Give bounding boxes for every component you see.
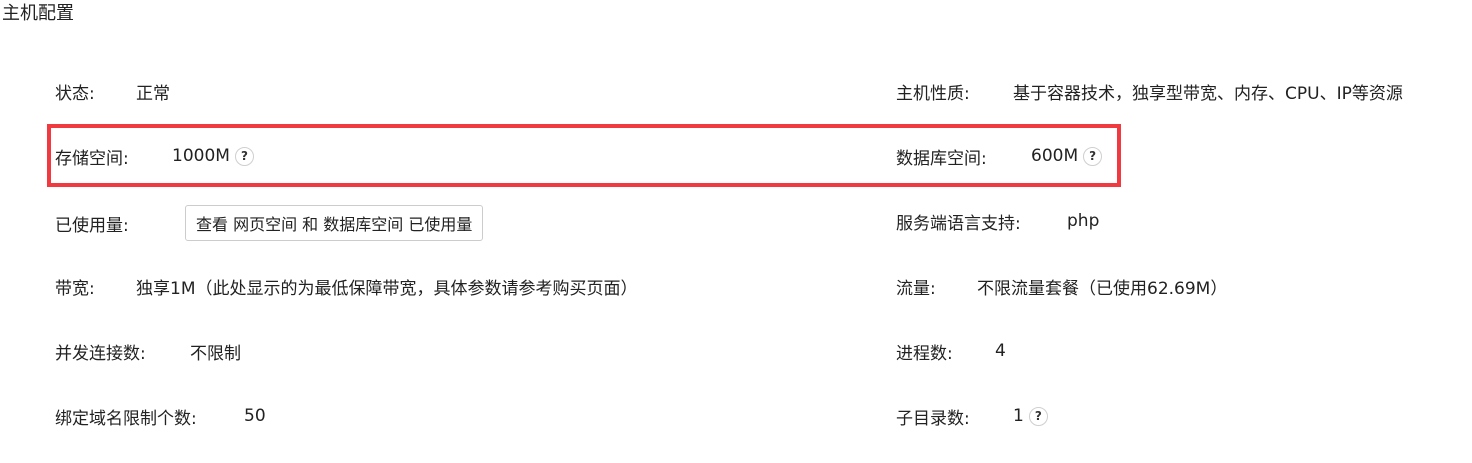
status-label: 状态:	[55, 83, 95, 104]
traffic-value: 不限流量套餐（已使用62.69M）	[977, 278, 1228, 299]
processes-value: 4	[995, 341, 1006, 361]
domains-row: 绑定域名限制个数: 50	[55, 396, 266, 436]
domains-label: 绑定域名限制个数:	[55, 408, 197, 429]
usage-row: 已使用量: 查看 网页空间 和 数据库空间 已使用量	[55, 203, 484, 243]
processes-label: 进程数:	[896, 343, 953, 364]
traffic-label: 流量:	[896, 278, 936, 299]
concurrency-value: 不限制	[190, 343, 241, 364]
host-type-label: 主机性质:	[896, 83, 970, 104]
usage-label: 已使用量:	[55, 215, 129, 236]
subdirs-row: 子目录数: 1 ?	[896, 396, 1048, 436]
subdirs-help-icon[interactable]: ?	[1028, 406, 1048, 426]
concurrency-row: 并发连接数: 不限制	[55, 331, 241, 371]
subdirs-value: 1	[1013, 406, 1024, 426]
bandwidth-value: 独享1M（此处显示的为最低保障带宽，具体参数请参考购买页面）	[136, 278, 638, 299]
domains-value: 50	[244, 406, 266, 426]
processes-row: 进程数: 4	[896, 331, 1006, 371]
host-type-row: 主机性质: 基于容器技术，独享型带宽、内存、CPU、IP等资源	[896, 71, 1403, 111]
language-row: 服务端语言支持: php	[896, 201, 1099, 241]
language-label: 服务端语言支持:	[896, 213, 1021, 234]
concurrency-label: 并发连接数:	[55, 343, 146, 364]
subdirs-label: 子目录数:	[896, 408, 970, 429]
status-value: 正常	[136, 83, 170, 104]
bandwidth-label: 带宽:	[55, 278, 95, 299]
host-type-value: 基于容器技术，独享型带宽、内存、CPU、IP等资源	[1013, 83, 1403, 104]
highlight-box	[47, 124, 1121, 187]
traffic-row: 流量: 不限流量套餐（已使用62.69M）	[896, 266, 1227, 306]
section-title: 主机配置	[2, 3, 74, 24]
view-usage-button[interactable]: 查看 网页空间 和 数据库空间 已使用量	[185, 205, 484, 241]
language-value: php	[1067, 211, 1100, 231]
status-row: 状态: 正常	[55, 71, 170, 111]
bandwidth-row: 带宽: 独享1M（此处显示的为最低保障带宽，具体参数请参考购买页面）	[55, 266, 637, 306]
